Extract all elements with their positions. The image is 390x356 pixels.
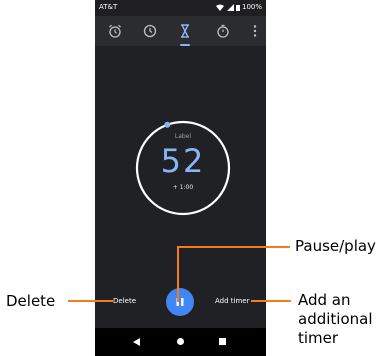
- active-tab-indicator: [180, 44, 190, 46]
- recents-icon[interactable]: [219, 338, 226, 345]
- back-icon[interactable]: [133, 338, 141, 346]
- battery-icon: [235, 4, 240, 11]
- clock-icon: [143, 24, 157, 38]
- phone-screen: AT&T 100% Label 52 + 1:00 Delete Add tim…: [95, 0, 266, 356]
- add-minute-button[interactable]: + 1:00: [134, 184, 232, 191]
- more-vert-icon: [253, 25, 257, 37]
- status-bar: AT&T 100%: [95, 0, 266, 16]
- tab-clock[interactable]: [142, 23, 158, 39]
- battery-level: 100%: [241, 3, 262, 11]
- timer-label[interactable]: Label: [134, 133, 232, 140]
- progress-marker: [164, 121, 171, 128]
- carrier-name: AT&T: [99, 3, 118, 11]
- callout-pause-line-h: [177, 246, 290, 248]
- wifi-icon: [216, 4, 225, 11]
- status-indicators: 100%: [216, 3, 262, 11]
- callout-add-line2: additional: [298, 310, 373, 328]
- alarm-icon: [109, 24, 121, 38]
- callout-pause-text: Pause/play: [295, 237, 376, 255]
- callout-add-line1: Add an: [298, 291, 351, 309]
- signal-icon: [226, 3, 234, 11]
- tab-bar: [95, 16, 266, 46]
- tab-more[interactable]: [247, 23, 263, 39]
- callout-add-line3: timer: [298, 329, 339, 347]
- tab-timer[interactable]: [177, 23, 193, 39]
- callout-add-text: Add an additional timer: [298, 291, 373, 348]
- delete-button[interactable]: Delete: [113, 297, 136, 305]
- timer-icon: [181, 24, 189, 38]
- callout-pause-line-v: [177, 246, 179, 302]
- callout-delete-text: Delete: [6, 292, 56, 310]
- pause-play-button[interactable]: [166, 288, 194, 316]
- tab-stopwatch[interactable]: [215, 23, 231, 39]
- callout-delete-line: [68, 300, 113, 302]
- tab-alarm[interactable]: [107, 23, 123, 39]
- callout-add-line: [251, 300, 291, 302]
- timer-remaining: 52: [160, 142, 206, 180]
- add-timer-button[interactable]: Add timer: [215, 297, 249, 305]
- system-nav-bar: [95, 328, 266, 356]
- stopwatch-icon: [217, 24, 229, 38]
- home-icon[interactable]: [177, 338, 184, 345]
